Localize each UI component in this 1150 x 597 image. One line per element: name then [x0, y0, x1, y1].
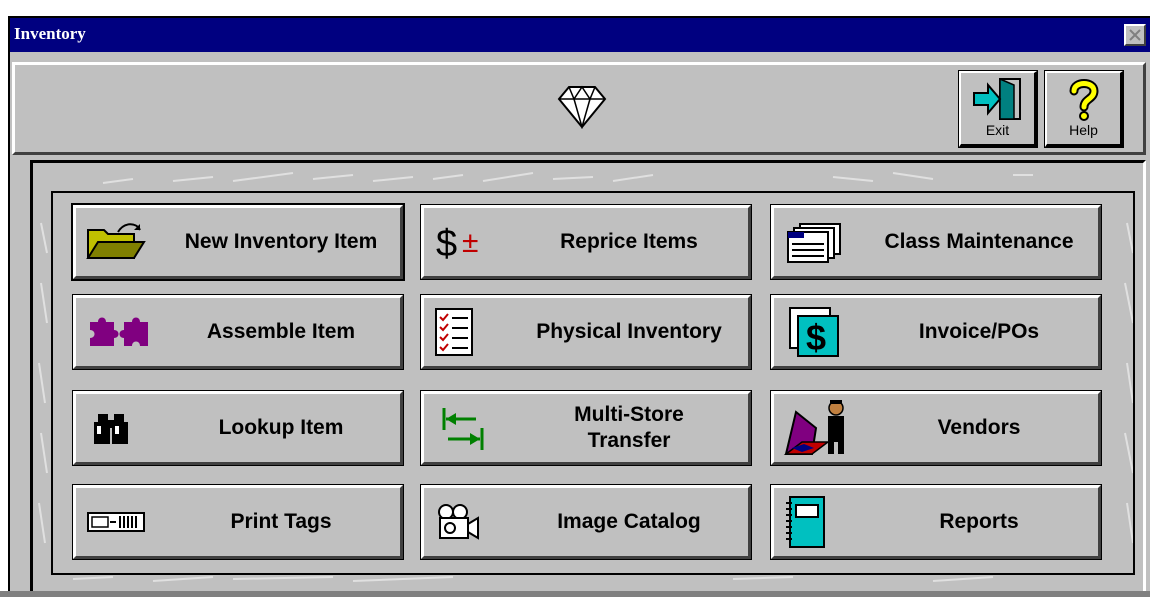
open-folder-icon	[86, 223, 146, 259]
notebook-icon	[786, 496, 825, 548]
exit-label: Exit	[985, 122, 1010, 138]
print-tags-button[interactable]: Print Tags	[72, 484, 404, 560]
title-bar[interactable]: Inventory	[10, 18, 1150, 52]
assemble-item-label: Assemble Item	[206, 320, 356, 343]
assemble-item-button[interactable]: Assemble Item	[72, 294, 404, 370]
taskbar-strip	[0, 591, 1150, 597]
window-title: Inventory	[14, 24, 86, 43]
dollar-plus-minus-icon: $ ±	[436, 223, 478, 264]
new-inventory-item-button[interactable]: New Inventory Item	[71, 203, 405, 281]
multi-store-transfer-label: Multi-Store Transfer	[514, 402, 744, 454]
image-catalog-button[interactable]: Image Catalog	[420, 484, 752, 560]
svg-text:$: $	[806, 317, 826, 358]
image-catalog-label: Image Catalog	[557, 510, 701, 533]
card-file-icon	[787, 223, 841, 263]
reports-button[interactable]: Reports	[770, 484, 1102, 560]
vendors-label: Vendors	[937, 416, 1021, 439]
help-button[interactable]: Help	[1044, 70, 1124, 148]
reprice-items-label: Reprice Items	[560, 230, 698, 253]
checklist-icon	[435, 308, 473, 356]
physical-inventory-label: Physical Inventory	[536, 320, 722, 343]
menu-panel: New Inventory Item $ ± Reprice Items Cla…	[30, 160, 1146, 594]
inventory-window: Inventory Exit Help New Inventory Item $…	[8, 16, 1150, 597]
toolbar: Exit Help	[12, 62, 1146, 155]
camera-icon	[438, 504, 479, 540]
svg-text:$: $	[436, 223, 457, 264]
multi-store-transfer-line2: Transfer	[587, 429, 671, 452]
price-tag-icon	[87, 512, 145, 532]
transfer-arrows-icon	[442, 408, 484, 450]
svg-text:±: ±	[462, 226, 478, 259]
reports-label: Reports	[939, 510, 1019, 533]
multi-store-transfer-line1: Multi-Store	[574, 403, 684, 426]
binoculars-icon	[94, 414, 128, 444]
diamond-icon	[557, 85, 607, 129]
exit-button[interactable]: Exit	[958, 70, 1038, 148]
exit-door-icon	[972, 77, 1021, 120]
lookup-item-label: Lookup Item	[218, 416, 344, 439]
invoice-pos-button[interactable]: $ Invoice/POs	[770, 294, 1102, 370]
puzzle-pieces-icon	[90, 317, 148, 346]
class-maintenance-button[interactable]: Class Maintenance	[770, 204, 1102, 280]
invoice-pos-label: Invoice/POs	[918, 320, 1040, 343]
help-label: Help	[1069, 122, 1098, 138]
vendors-button[interactable]: Vendors	[770, 390, 1102, 466]
new-inventory-item-label: New Inventory Item	[184, 230, 378, 253]
question-mark-icon	[1069, 79, 1099, 121]
class-maintenance-label: Class Maintenance	[884, 230, 1074, 253]
reprice-items-button[interactable]: $ ± Reprice Items	[420, 204, 752, 280]
lookup-item-button[interactable]: Lookup Item	[72, 390, 404, 466]
invoice-icon: $	[789, 307, 839, 358]
multi-store-transfer-button[interactable]: Multi-Store Transfer	[420, 390, 752, 466]
physical-inventory-button[interactable]: Physical Inventory	[420, 294, 752, 370]
vendor-person-icon	[783, 400, 844, 455]
print-tags-label: Print Tags	[230, 510, 332, 533]
close-icon	[1129, 29, 1141, 41]
close-button[interactable]	[1124, 24, 1146, 46]
